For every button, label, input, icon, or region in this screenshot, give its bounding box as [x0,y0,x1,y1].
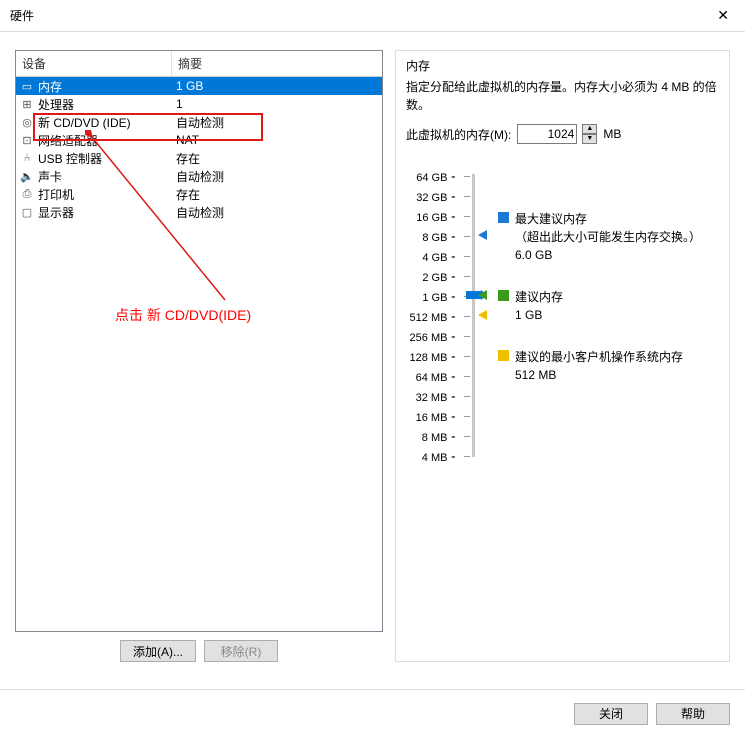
device-name: 网络适配器 [38,132,98,149]
yellow-swatch-icon [498,350,509,361]
min-marker-icon [478,310,487,320]
memory-input-row: 此虚拟机的内存(M): ▲ ▼ MB [406,124,719,144]
table-row[interactable]: ▢ 显示器 自动检测 [16,203,382,221]
table-row[interactable]: ◎ 新 CD/DVD (IDE) 自动检测 [16,113,382,131]
tick-label: 8 GB ⁃ [406,228,456,248]
dialog-footer: 关闭 帮助 [0,689,745,737]
device-summary: 存在 [172,186,382,203]
max-marker-icon [478,230,487,240]
green-swatch-icon [498,290,509,301]
table-row[interactable]: 🔈 声卡 自动检测 [16,167,382,185]
legend-max: 最大建议内存 （超出此大小可能发生内存交换。） 6.0 GB [498,210,719,264]
device-name: 声卡 [38,168,62,185]
tick-label: 4 GB ⁃ [406,248,456,268]
device-summary: 存在 [172,150,382,167]
annotation-text: 点击 新 CD/DVD(IDE) [115,305,251,325]
device-summary: 自动检测 [172,204,382,221]
legend-max-note: （超出此大小可能发生内存交换。） [515,228,701,246]
tick-label: 4 MB ⁃ [406,448,456,468]
tick-label: 64 GB ⁃ [406,168,456,188]
device-summary: 自动检测 [172,114,382,131]
title-bar: 硬件 ✕ [0,0,745,32]
close-button[interactable]: 关闭 [574,703,648,725]
tick-label: 16 GB ⁃ [406,208,456,228]
device-summary: 1 GB [172,79,382,93]
spinner[interactable]: ▲ ▼ [582,124,597,144]
tick-label: 64 MB ⁃ [406,368,456,388]
cpu-icon: ⊞ [20,97,34,111]
memory-label: 此虚拟机的内存(M): [406,126,511,143]
tick-labels: 64 GB ⁃32 GB ⁃16 GB ⁃8 GB ⁃4 GB ⁃2 GB ⁃1… [406,168,456,468]
device-name: 内存 [38,78,62,95]
close-icon[interactable]: ✕ [711,7,735,24]
device-name: 打印机 [38,186,74,203]
device-summary: NAT [172,133,382,147]
memory-panel: 内存 指定分配给此虚拟机的内存量。内存大小必须为 4 MB 的倍数。 此虚拟机的… [395,50,730,662]
tick-label: 128 MB ⁃ [406,348,456,368]
legend-max-label: 最大建议内存 [515,210,701,228]
memory-input[interactable] [517,124,577,144]
legend-rec-label: 建议内存 [515,288,563,306]
tick-label: 32 GB ⁃ [406,188,456,208]
sound-icon: 🔈 [20,169,34,183]
device-name: 新 CD/DVD (IDE) [38,114,131,131]
add-button[interactable]: 添加(A)... [120,640,196,662]
tick-label: 256 MB ⁃ [406,328,456,348]
remove-button[interactable]: 移除(R) [204,640,278,662]
tick-label: 512 MB ⁃ [406,308,456,328]
table-row[interactable]: ⑃ USB 控制器 存在 [16,149,382,167]
table-row[interactable]: ▭ 内存 1 GB [16,77,382,95]
rec-marker-icon [478,290,487,300]
slider-area: 64 GB ⁃32 GB ⁃16 GB ⁃8 GB ⁃4 GB ⁃2 GB ⁃1… [406,168,719,468]
dialog-body: 设备 摘要 ▭ 内存 1 GB ⊞ 处理器 1 ◎ 新 CD/DVD (IDE) 自动检测 ⊡ 网络… [0,32,745,672]
device-name: USB 控制器 [38,150,102,167]
legend-rec: 建议内存 1 GB [498,288,719,324]
tick-label: 32 MB ⁃ [406,388,456,408]
tick-label: 2 GB ⁃ [406,268,456,288]
window-title: 硬件 [10,7,34,24]
header-summary[interactable]: 摘要 [172,51,382,76]
cd-icon: ◎ [20,115,34,129]
list-buttons: 添加(A)... 移除(R) [15,632,383,662]
legend-max-value: 6.0 GB [515,246,701,264]
memory-icon: ▭ [20,79,34,93]
memory-unit: MB [603,127,621,141]
device-summary: 1 [172,97,382,111]
table-row[interactable]: ⊞ 处理器 1 [16,95,382,113]
slider-track [472,174,475,457]
tick-label: 16 MB ⁃ [406,408,456,428]
legend: 最大建议内存 （超出此大小可能发生内存交换。） 6.0 GB 建议内存 1 GB [498,168,719,468]
left-pane: 设备 摘要 ▭ 内存 1 GB ⊞ 处理器 1 ◎ 新 CD/DVD (IDE) 自动检测 ⊡ 网络… [15,50,383,662]
spinner-down-icon[interactable]: ▼ [582,134,597,144]
legend-rec-value: 1 GB [515,306,563,324]
memory-desc: 指定分配给此虚拟机的内存量。内存大小必须为 4 MB 的倍数。 [406,78,719,114]
device-summary: 自动检测 [172,168,382,185]
table-row[interactable]: ⊡ 网络适配器 NAT [16,131,382,149]
display-icon: ▢ [20,205,34,219]
usb-icon: ⑃ [20,151,34,165]
list-header: 设备 摘要 [16,51,382,77]
device-list: 设备 摘要 ▭ 内存 1 GB ⊞ 处理器 1 ◎ 新 CD/DVD (IDE) 自动检测 ⊡ 网络… [15,50,383,632]
legend-min-label: 建议的最小客户机操作系统内存 [515,348,683,366]
blue-swatch-icon [498,212,509,223]
memory-slider[interactable] [464,168,490,468]
spinner-up-icon[interactable]: ▲ [582,124,597,134]
device-name: 处理器 [38,96,74,113]
legend-min-value: 512 MB [515,366,683,384]
printer-icon: ⎙ [20,187,34,201]
help-button[interactable]: 帮助 [656,703,730,725]
tick-label: 1 GB ⁃ [406,288,456,308]
tick-label: 8 MB ⁃ [406,428,456,448]
device-name: 显示器 [38,204,74,221]
network-icon: ⊡ [20,133,34,147]
table-row[interactable]: ⎙ 打印机 存在 [16,185,382,203]
header-device[interactable]: 设备 [16,51,172,76]
legend-min: 建议的最小客户机操作系统内存 512 MB [498,348,719,384]
memory-title: 内存 [406,57,719,74]
